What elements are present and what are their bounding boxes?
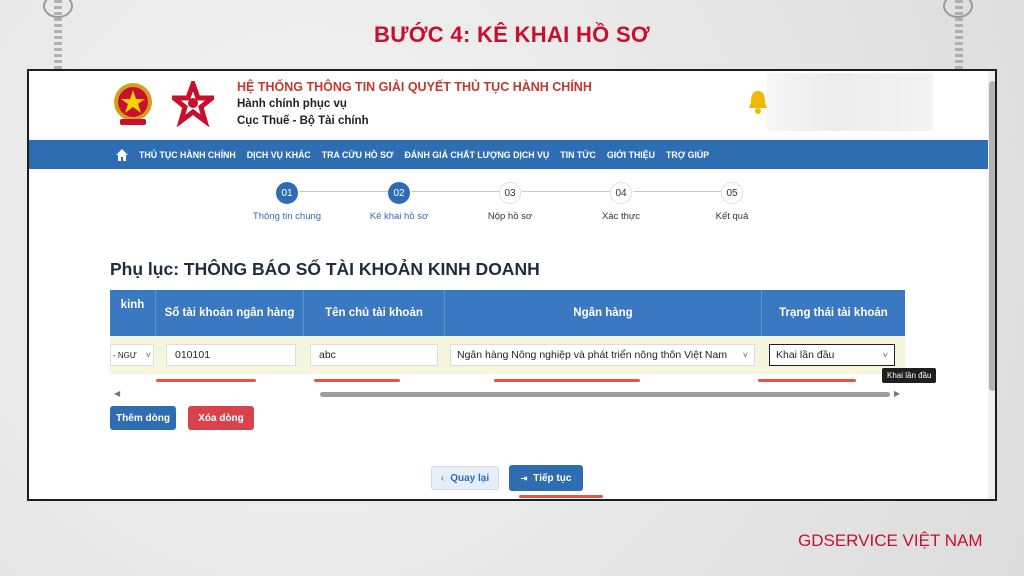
scroll-right-icon[interactable]: ▶	[894, 389, 900, 398]
main-navbar: THỦ TỤC HÀNH CHÍNH DỊCH VỤ KHÁC TRA CỨU …	[29, 140, 989, 169]
brand-name: GDSERVICE VIỆT NAM	[798, 531, 983, 550]
back-button[interactable]: ‹ Quay lại	[431, 466, 499, 490]
step-3: 03 Nộp hồ sơ	[470, 182, 550, 222]
status-tooltip: Khai lần đầu	[882, 368, 937, 383]
column-header: kinh	[110, 290, 156, 336]
scrollbar-thumb[interactable]	[320, 392, 890, 397]
scrollbar-thumb[interactable]	[989, 81, 995, 391]
user-info-blurred	[767, 73, 933, 131]
header-subtitle-service: Hành chính phục vụ	[237, 98, 347, 110]
column-header: Số tài khoản ngân hàng	[156, 290, 304, 336]
step-1: 01 Thông tin chung	[247, 182, 327, 222]
form-title: Phụ lục: THÔNG BÁO SỐ TÀI KHOẢN KINH DOA…	[110, 259, 540, 279]
notification-bell-icon[interactable]	[747, 89, 769, 115]
step-number: 04	[610, 182, 632, 204]
highlight-underline	[758, 379, 856, 382]
step-5: 05 Kết quả	[692, 182, 772, 222]
next-arrow-icon: ⇥	[520, 473, 528, 483]
bank-account-table: kinh Số tài khoản ngân hàng Tên chủ tài …	[110, 290, 905, 391]
national-emblem-icon	[114, 83, 152, 125]
column-header: Ngân hàng	[445, 290, 762, 336]
step-label: Nộp hồ sơ	[487, 211, 533, 222]
table-row: - NGƯ ˅ 010101 abc Ngân hàng Nông nghiệp…	[110, 336, 905, 374]
step-number: 02	[388, 182, 410, 204]
step-2: 02 Kê khai hồ sơ	[359, 182, 439, 222]
nav-item-about[interactable]: GIỚI THIỆU	[607, 150, 655, 160]
home-icon[interactable]	[115, 148, 129, 162]
account-owner-input[interactable]: abc	[310, 344, 438, 366]
horizontal-scrollbar[interactable]: ◀ ▶	[110, 389, 905, 399]
step-number: 03	[499, 182, 521, 204]
step-number: 01	[276, 182, 298, 204]
back-button-label: Quay lại	[450, 472, 490, 484]
business-line-select[interactable]: - NGƯ ˅	[110, 344, 154, 366]
step-number: 05	[721, 182, 743, 204]
highlight-underline	[494, 379, 640, 382]
progress-stepper: 01 Thông tin chung 02 Kê khai hồ sơ 03 N…	[29, 179, 995, 224]
chevron-down-icon: ˅	[145, 350, 151, 360]
nav-item-news[interactable]: TIN TỨC	[560, 150, 596, 160]
delete-row-button[interactable]: Xóa dòng	[188, 406, 254, 430]
step-label: Xác thực	[601, 211, 641, 222]
step-label: Kết quả	[715, 211, 749, 222]
account-status-value: Khai lần đầu	[776, 349, 835, 361]
highlight-underline	[156, 379, 256, 382]
screenshot-frame: HỆ THỐNG THÔNG TIN GIẢI QUYẾT THỦ TỤC HÀ…	[27, 69, 997, 501]
system-title: HỆ THỐNG THÔNG TIN GIẢI QUYẾT THỦ TỤC HÀ…	[237, 80, 592, 94]
table-header: kinh Số tài khoản ngân hàng Tên chủ tài …	[110, 290, 905, 336]
chevron-down-icon: ˅	[742, 350, 748, 360]
next-button-label: Tiếp tục	[533, 472, 572, 484]
header-subtitle-agency: Cục Thuế - Bộ Tài chính	[237, 115, 369, 127]
column-header: Trạng thái tài khoản	[779, 307, 888, 319]
add-row-button[interactable]: Thêm dòng	[110, 406, 176, 430]
bank-select[interactable]: Ngân hàng Nông nghiệp và phát triển nông…	[450, 344, 755, 366]
nav-item-service-quality[interactable]: ĐÁNH GIÁ CHẤT LƯỢNG DỊCH VỤ	[404, 150, 549, 160]
nav-item-other-services[interactable]: DỊCH VỤ KHÁC	[247, 150, 311, 160]
nav-item-administrative-procedures[interactable]: THỦ TỤC HÀNH CHÍNH	[139, 150, 236, 160]
highlight-underline	[314, 379, 400, 382]
column-header: Tên chủ tài khoản	[304, 290, 445, 336]
vertical-scrollbar[interactable]	[988, 71, 995, 499]
chevron-left-icon: ‹	[440, 472, 445, 484]
chevron-down-icon: ˅	[882, 350, 888, 360]
nav-item-lookup-dossier[interactable]: TRA CỨU HỒ SƠ	[322, 150, 394, 160]
highlight-underline	[519, 495, 603, 498]
scroll-left-icon[interactable]: ◀	[114, 389, 120, 398]
business-line-value: - NGƯ	[113, 350, 137, 360]
next-button[interactable]: ⇥ Tiếp tục	[509, 465, 583, 491]
step-4: 04 Xác thực	[581, 182, 661, 222]
step-label: Kê khai hồ sơ	[369, 211, 429, 222]
site-header: HỆ THỐNG THÔNG TIN GIẢI QUYẾT THỦ TỤC HÀ…	[29, 71, 995, 141]
nav-item-help[interactable]: TRỢ GIÚP	[666, 150, 709, 160]
account-status-select[interactable]: Khai lần đầu ˅	[769, 344, 895, 366]
slide-title: BƯỚC 4: KÊ KHAI HỒ SƠ	[374, 22, 650, 47]
tax-department-logo-icon	[172, 81, 214, 127]
account-number-input[interactable]: 010101	[166, 344, 296, 366]
step-label: Thông tin chung	[252, 211, 322, 222]
bank-value: Ngân hàng Nông nghiệp và phát triển nông…	[457, 349, 728, 361]
